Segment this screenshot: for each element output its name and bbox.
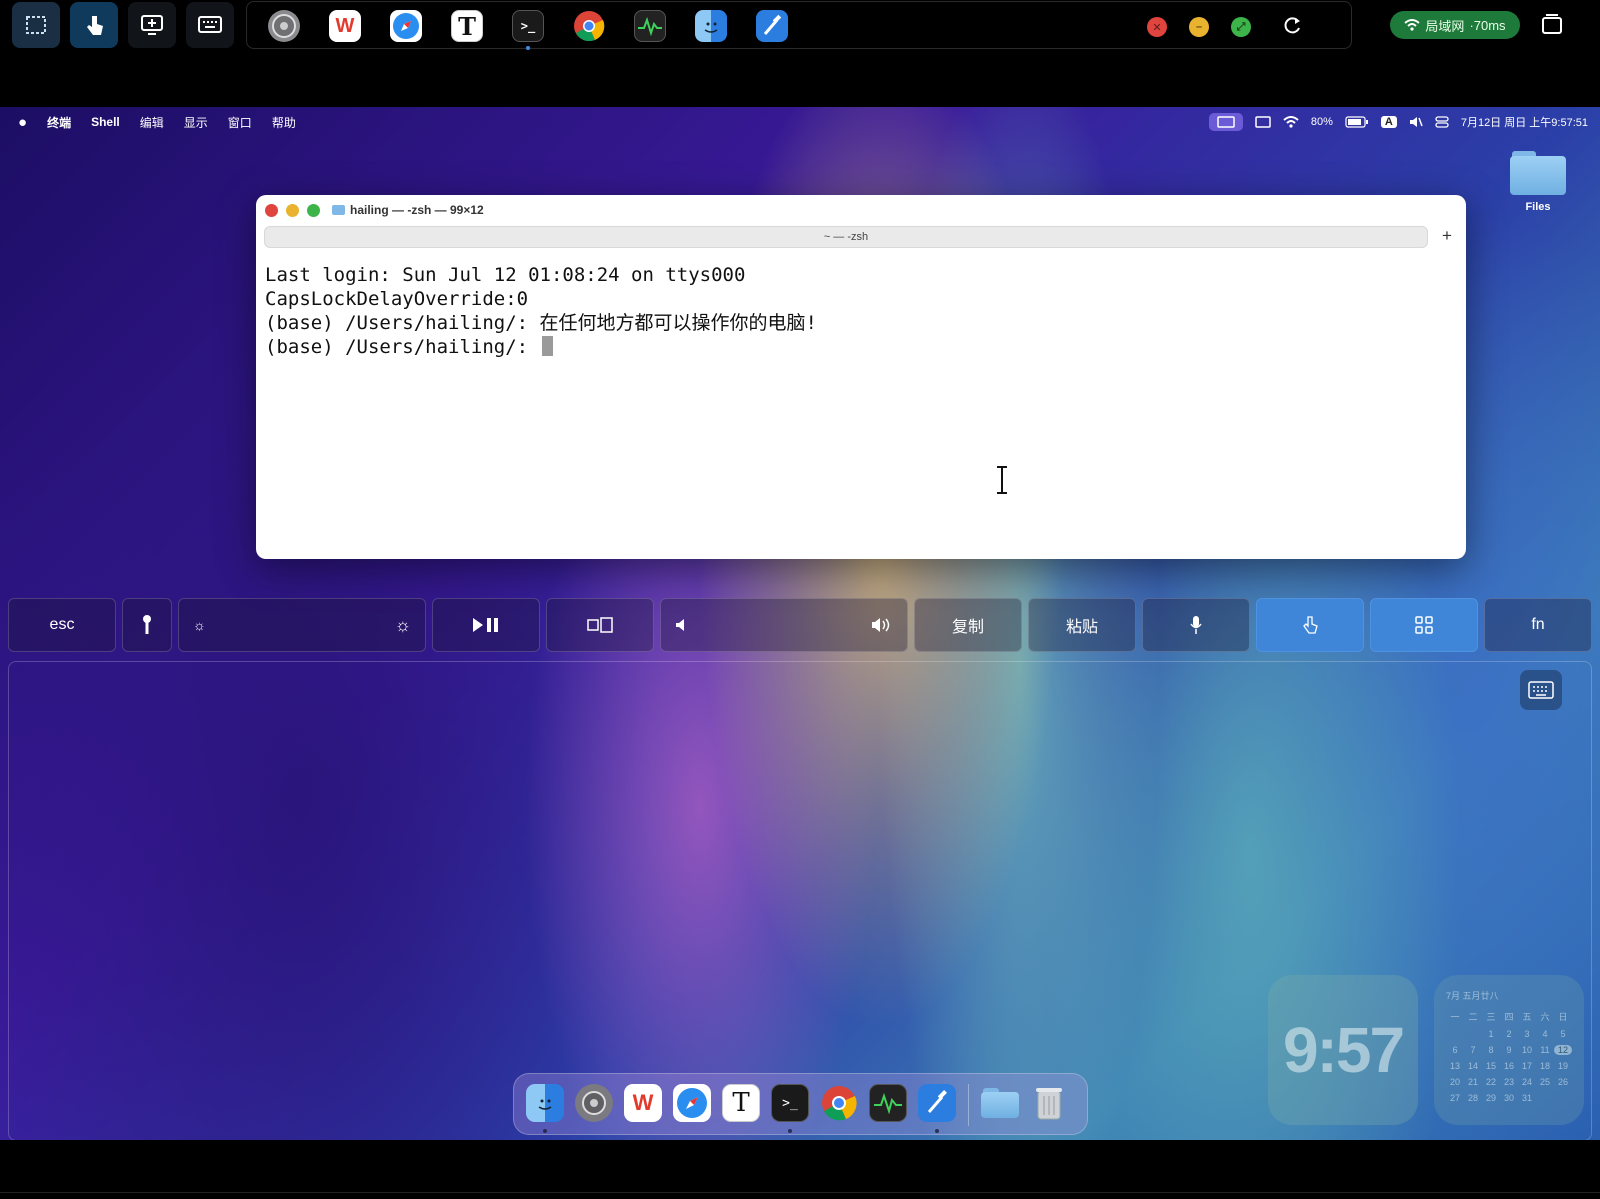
paste-button[interactable]: 粘贴 bbox=[1028, 598, 1136, 652]
desktop-files-folder[interactable]: Files bbox=[1506, 151, 1570, 213]
terminal-zoom-button[interactable] bbox=[307, 204, 320, 217]
key-icon bbox=[143, 615, 151, 634]
menu-edit[interactable]: 编辑 bbox=[140, 114, 164, 131]
microphone-icon bbox=[1190, 616, 1202, 634]
battery-percent: 80% bbox=[1310, 116, 1333, 128]
touch-pointer-icon[interactable] bbox=[70, 2, 118, 48]
terminal-running-indicator bbox=[526, 46, 530, 50]
menu-help[interactable]: 帮助 bbox=[272, 114, 296, 131]
volume-high-icon bbox=[872, 618, 890, 632]
esc-key[interactable]: esc bbox=[8, 598, 116, 652]
terminal-prompt: (base) /Users/hailing/: bbox=[265, 336, 540, 358]
display-icon[interactable] bbox=[1255, 116, 1271, 128]
keyboard-toggle-icon bbox=[1528, 681, 1554, 699]
latency-label: ·70ms bbox=[1469, 17, 1506, 33]
finder-app-icon[interactable] bbox=[695, 10, 727, 42]
brightness-high-icon: ☼ bbox=[394, 614, 412, 635]
menu-window[interactable]: 窗口 bbox=[228, 114, 252, 131]
play-pause-button[interactable] bbox=[432, 598, 540, 652]
show-keyboard-button[interactable] bbox=[1520, 670, 1562, 710]
mission-control-button[interactable] bbox=[546, 598, 654, 652]
input-method-indicator[interactable]: A bbox=[1380, 116, 1397, 128]
bottom-bar bbox=[0, 1140, 1600, 1199]
wifi-icon bbox=[1404, 19, 1421, 31]
refresh-icon[interactable] bbox=[1281, 15, 1303, 42]
new-tab-button[interactable]: + bbox=[1436, 225, 1458, 247]
fn-key[interactable]: fn bbox=[1484, 598, 1592, 652]
fn-key-label: fn bbox=[1531, 616, 1545, 633]
activity-monitor-app-icon[interactable] bbox=[634, 10, 666, 42]
menu-view[interactable]: 显示 bbox=[184, 114, 208, 131]
folder-icon bbox=[1510, 151, 1566, 195]
menu-shell[interactable]: Shell bbox=[91, 115, 120, 129]
terminal-line: CapsLockDelayOverride:0 bbox=[265, 288, 529, 310]
remote-close-button[interactable]: ✕ bbox=[1147, 17, 1167, 37]
esc-key-label: esc bbox=[49, 616, 75, 633]
system-settings-app-icon[interactable] bbox=[268, 10, 300, 42]
remote-fullscreen-button[interactable]: ⤢ bbox=[1231, 17, 1251, 37]
screen-share-status-icon[interactable] bbox=[1208, 113, 1243, 131]
menu-app-name[interactable]: 终端 bbox=[47, 114, 71, 131]
folder-icon bbox=[332, 205, 345, 215]
paste-button-label: 粘贴 bbox=[1065, 619, 1098, 636]
mute-icon[interactable] bbox=[1409, 116, 1423, 128]
terminal-title-text: hailing — -zsh — 99×12 bbox=[350, 203, 484, 217]
terminal-prompt-line[interactable]: (base) /Users/hailing/: bbox=[265, 335, 817, 359]
mac-menubar: ● 终端 Shell 编辑 显示 窗口 帮助 80% A 7月12日 周日 上午… bbox=[0, 107, 1600, 137]
dictation-button[interactable] bbox=[1142, 598, 1250, 652]
app-grid-button[interactable] bbox=[1370, 598, 1478, 652]
files-label: Files bbox=[1525, 201, 1551, 213]
remote-toolbar: W T >_ ✕ – ⤢ 局域网 ·70ms bbox=[0, 0, 1600, 50]
screen-add-icon[interactable] bbox=[128, 2, 176, 48]
mission-control-icon bbox=[587, 617, 613, 633]
menubar-status-area: 80% A 7月12日 周日 上午9:57:51 bbox=[1208, 107, 1588, 137]
terminal-tab[interactable]: ~ — -zsh bbox=[264, 226, 1428, 248]
copy-button-label: 复制 bbox=[951, 619, 984, 636]
remote-minimize-button[interactable]: – bbox=[1189, 17, 1209, 37]
terminal-titlebar[interactable]: hailing — -zsh — 99×12 bbox=[256, 195, 1466, 225]
window-stack-icon[interactable] bbox=[1540, 12, 1564, 41]
copy-button[interactable]: 复制 bbox=[914, 598, 1022, 652]
menubar-wifi-icon[interactable] bbox=[1283, 116, 1299, 128]
keyboard-icon[interactable] bbox=[186, 2, 234, 48]
volume-slider[interactable] bbox=[660, 598, 908, 652]
safari-app-icon[interactable] bbox=[390, 10, 422, 42]
app-switcher-strip: W T >_ ✕ – ⤢ bbox=[246, 1, 1352, 50]
virtual-touchbar: esc ☼ ☼ 复制 粘贴 fn bbox=[0, 598, 1600, 654]
terminal-tab-label: ~ — -zsh bbox=[823, 231, 869, 243]
volume-low-icon bbox=[676, 619, 684, 631]
typora-app-icon[interactable]: T bbox=[451, 10, 483, 42]
chrome-app-icon[interactable] bbox=[573, 10, 605, 42]
terminal-line: (base) /Users/hailing/: 在任何地方都可以操作你的电脑! bbox=[265, 312, 817, 334]
grid-icon bbox=[1415, 616, 1433, 634]
terminal-title: hailing — -zsh — 99×12 bbox=[332, 203, 484, 217]
xcode-app-icon[interactable] bbox=[756, 10, 788, 42]
brightness-low-icon: ☼ bbox=[193, 617, 206, 633]
ibeam-cursor-icon bbox=[997, 466, 1007, 494]
hand-pointer-icon bbox=[1303, 616, 1318, 634]
virtual-trackpad[interactable] bbox=[8, 661, 1592, 1141]
key-icon-button[interactable] bbox=[122, 598, 172, 652]
terminal-close-button[interactable] bbox=[265, 204, 278, 217]
network-status-pill[interactable]: 局域网 ·70ms bbox=[1390, 11, 1520, 39]
terminal-minimize-button[interactable] bbox=[286, 204, 299, 217]
control-center-icon[interactable] bbox=[1435, 116, 1449, 128]
text-cursor bbox=[541, 336, 553, 356]
network-label: 局域网 bbox=[1425, 18, 1465, 34]
touch-mode-button[interactable] bbox=[1256, 598, 1364, 652]
terminal-app-icon[interactable]: >_ bbox=[512, 10, 544, 42]
battery-icon[interactable] bbox=[1345, 116, 1369, 128]
terminal-window[interactable]: hailing — -zsh — 99×12 ~ — -zsh + Last l… bbox=[256, 195, 1466, 559]
menubar-datetime[interactable]: 7月12日 周日 上午9:57:51 bbox=[1461, 114, 1588, 130]
select-region-icon[interactable] bbox=[12, 2, 60, 48]
play-pause-icon bbox=[473, 618, 498, 632]
brightness-slider[interactable]: ☼ ☼ bbox=[178, 598, 426, 652]
terminal-line: Last login: Sun Jul 12 01:08:24 on ttys0… bbox=[265, 264, 746, 286]
terminal-output[interactable]: Last login: Sun Jul 12 01:08:24 on ttys0… bbox=[265, 263, 817, 359]
apple-menu-icon[interactable]: ● bbox=[18, 114, 27, 131]
bottom-divider bbox=[0, 1192, 1600, 1193]
wps-office-app-icon[interactable]: W bbox=[329, 10, 361, 42]
